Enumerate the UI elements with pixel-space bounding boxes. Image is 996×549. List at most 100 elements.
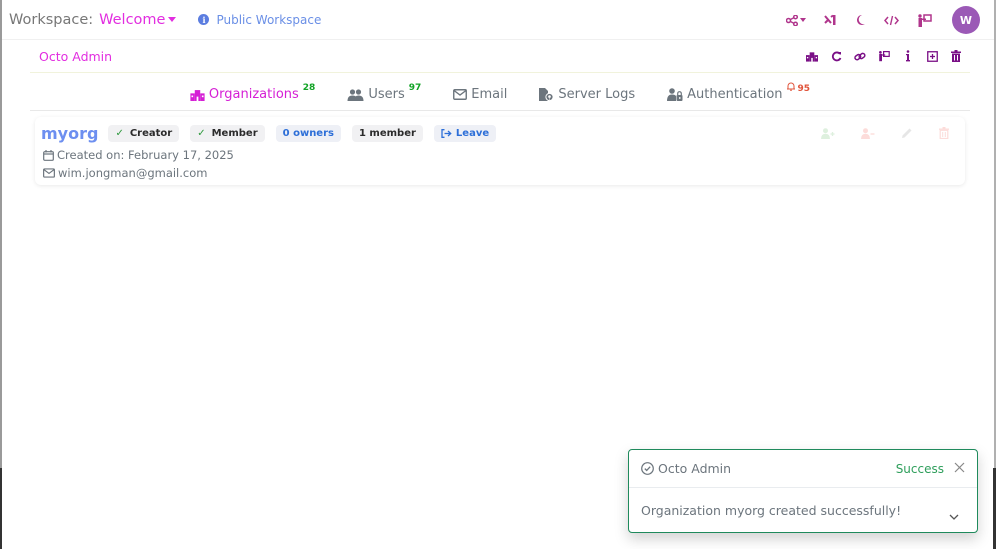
created-date: Created on: February 17, 2025 (57, 148, 234, 162)
building-icon (190, 89, 205, 101)
tab-organizations[interactable]: Organizations 28 (190, 83, 315, 102)
link-button[interactable] (854, 49, 866, 63)
delete-org-button[interactable] (939, 127, 949, 139)
window-frame-left-dark (0, 468, 2, 549)
vscode-icon (824, 14, 836, 25)
organization-email: wim.jongman@gmail.com (43, 166, 207, 180)
window-frame-left (0, 0, 2, 549)
authentication-count: 95 (797, 83, 811, 94)
tab-label: Email (471, 87, 508, 102)
workspace-label: Workspace: (9, 11, 94, 28)
user-avatar[interactable]: W (952, 6, 980, 34)
organization-name-link[interactable]: myorg (41, 124, 98, 143)
organizations-button[interactable] (806, 49, 818, 63)
organizations-count-badge: 28 (302, 82, 316, 93)
toast-message: Organization myorg created successfully! (641, 503, 902, 518)
edit-button[interactable] (901, 127, 913, 139)
tab-label: Server Logs (558, 87, 636, 102)
refresh-icon (831, 51, 841, 61)
tab-server-logs[interactable]: Server Logs (539, 87, 635, 102)
caret-down-icon (168, 17, 177, 22)
email-value: wim.jongman@gmail.com (58, 166, 208, 180)
organization-header: myorg ✓ Creator ✓ Member 0 owners 1 memb… (41, 124, 507, 143)
tab-email[interactable]: Email (453, 87, 507, 102)
add-square-icon (926, 50, 938, 62)
edit-icon (902, 128, 912, 138)
vscode-button[interactable] (824, 14, 837, 26)
admin-title: Octo Admin (39, 49, 113, 64)
presenter-icon (918, 13, 932, 27)
toast-title: Octo Admin (641, 461, 731, 476)
workspace-value: Welcome (99, 11, 166, 28)
presenter-button[interactable] (917, 13, 932, 27)
toast-header: Octo Admin Success (629, 450, 977, 488)
add-user-button[interactable] (821, 127, 835, 139)
dark-mode-toggle[interactable] (855, 14, 866, 26)
tab-label: Users (368, 87, 405, 102)
delete-icon (939, 127, 949, 139)
check-icon: ✓ (115, 128, 124, 139)
remove-user-icon (861, 127, 875, 139)
admin-actions (794, 49, 962, 63)
admin-tabs: Organizations 28 Users 97 Email Server L… (30, 75, 970, 111)
add-button[interactable] (926, 49, 938, 63)
code-button[interactable] (884, 15, 899, 26)
top-actions: W (768, 0, 980, 40)
presenter-button[interactable] (878, 49, 890, 63)
workspace-dropdown[interactable]: Welcome (99, 11, 177, 28)
expand-button[interactable] (949, 508, 959, 523)
code-icon (884, 15, 899, 25)
info-circle-icon: i (198, 14, 210, 25)
link-icon (854, 52, 866, 60)
envelope-icon (453, 89, 468, 100)
delete-button[interactable] (950, 49, 962, 63)
share-button[interactable] (786, 14, 806, 26)
organization-created: Created on: February 17, 2025 (43, 148, 234, 162)
leave-button[interactable]: Leave (433, 125, 497, 142)
trash-icon (951, 50, 961, 62)
remove-user-button[interactable] (861, 127, 875, 139)
info-button[interactable] (902, 49, 914, 63)
caret-down-icon (800, 18, 806, 22)
toast-body: Organization myorg created successfully! (629, 488, 977, 533)
info-icon (906, 50, 910, 62)
member-label: Member (211, 128, 258, 139)
public-workspace-link[interactable]: i Public Workspace (198, 13, 321, 27)
toast-title-text: Octo Admin (658, 461, 732, 476)
creator-label: Creator (129, 128, 173, 139)
chevron-down-icon (949, 514, 959, 520)
authentication-alert-badge: 95 (786, 82, 811, 94)
calendar-icon (43, 149, 54, 161)
users-icon (347, 88, 364, 101)
success-toast: Octo Admin Success Organization myorg cr… (628, 449, 978, 533)
refresh-button[interactable] (830, 49, 842, 63)
envelope-icon (43, 168, 55, 178)
file-search-icon (539, 88, 554, 101)
tab-label: Organizations (208, 87, 299, 102)
bell-icon (786, 82, 795, 91)
organization-actions (795, 127, 949, 139)
owners-badge[interactable]: 0 owners (275, 125, 341, 142)
close-icon (954, 462, 965, 473)
creator-badge: ✓ Creator (108, 125, 180, 142)
add-user-icon (821, 127, 835, 139)
user-lock-icon (667, 88, 683, 101)
tab-users[interactable]: Users 97 (347, 83, 421, 102)
close-button[interactable] (954, 461, 965, 476)
check-circle-icon (641, 462, 654, 475)
top-navbar: Workspace: Welcome i Public Workspace W (2, 0, 994, 40)
tab-authentication[interactable]: Authentication 95 (667, 82, 810, 102)
sign-out-icon (441, 129, 452, 138)
members-badge[interactable]: 1 member (351, 125, 423, 142)
member-badge: ✓ Member (190, 125, 265, 142)
presenter-icon (879, 51, 890, 62)
organizations-icon (806, 51, 818, 62)
leave-label: Leave (455, 128, 490, 139)
moon-icon (857, 15, 865, 25)
admin-header: Octo Admin (30, 41, 970, 73)
organization-card: myorg ✓ Creator ✓ Member 0 owners 1 memb… (35, 117, 965, 185)
toast-status: Success (895, 461, 944, 476)
public-workspace-label: Public Workspace (216, 12, 322, 27)
share-icon (786, 14, 798, 26)
users-count-badge: 97 (408, 82, 422, 93)
